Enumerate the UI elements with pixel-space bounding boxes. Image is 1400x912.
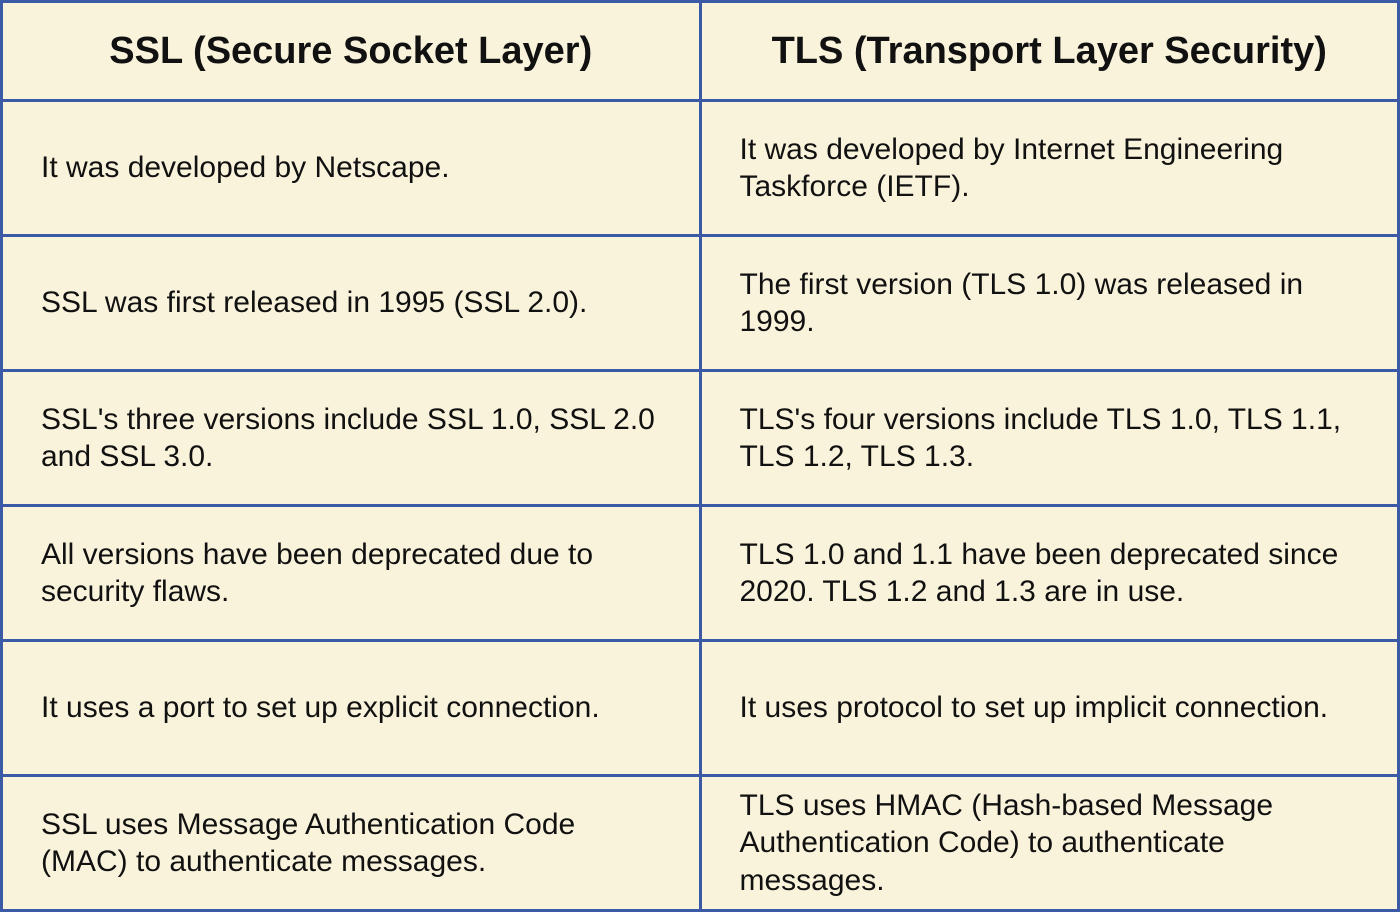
cell-ssl: SSL's three versions include SSL 1.0, SS… bbox=[2, 371, 701, 506]
table-row: It uses a port to set up explicit connec… bbox=[2, 641, 1399, 776]
cell-ssl: SSL uses Message Authentication Code (MA… bbox=[2, 776, 701, 911]
cell-tls: The first version (TLS 1.0) was released… bbox=[700, 236, 1399, 371]
table-row: SSL's three versions include SSL 1.0, SS… bbox=[2, 371, 1399, 506]
comparison-table-container: SSL (Secure Socket Layer) TLS (Transport… bbox=[0, 0, 1400, 911]
table-row: SSL uses Message Authentication Code (MA… bbox=[2, 776, 1399, 911]
table-header-row: SSL (Secure Socket Layer) TLS (Transport… bbox=[2, 2, 1399, 101]
cell-ssl: It was developed by Netscape. bbox=[2, 101, 701, 236]
table-row: It was developed by Netscape. It was dev… bbox=[2, 101, 1399, 236]
column-header-tls: TLS (Transport Layer Security) bbox=[700, 2, 1399, 101]
cell-ssl: All versions have been deprecated due to… bbox=[2, 506, 701, 641]
cell-tls: It was developed by Internet Engineering… bbox=[700, 101, 1399, 236]
cell-tls: TLS 1.0 and 1.1 have been deprecated sin… bbox=[700, 506, 1399, 641]
cell-ssl: SSL was first released in 1995 (SSL 2.0)… bbox=[2, 236, 701, 371]
table-row: All versions have been deprecated due to… bbox=[2, 506, 1399, 641]
cell-tls: TLS uses HMAC (Hash-based Message Authen… bbox=[700, 776, 1399, 911]
column-header-ssl: SSL (Secure Socket Layer) bbox=[2, 2, 701, 101]
cell-ssl: It uses a port to set up explicit connec… bbox=[2, 641, 701, 776]
cell-tls: It uses protocol to set up implicit conn… bbox=[700, 641, 1399, 776]
cell-tls: TLS's four versions include TLS 1.0, TLS… bbox=[700, 371, 1399, 506]
table-row: SSL was first released in 1995 (SSL 2.0)… bbox=[2, 236, 1399, 371]
comparison-table: SSL (Secure Socket Layer) TLS (Transport… bbox=[0, 0, 1400, 912]
